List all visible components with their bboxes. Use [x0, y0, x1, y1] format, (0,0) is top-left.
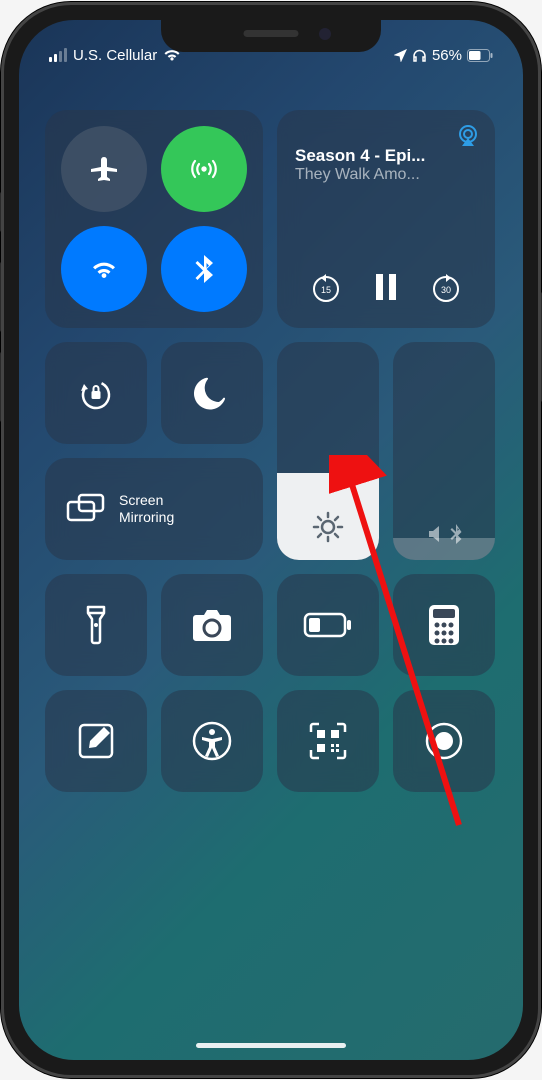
screen-mirroring-button[interactable]: Screen Mirroring [45, 458, 263, 560]
carrier-label: U.S. Cellular [73, 47, 157, 64]
brightness-slider[interactable] [277, 342, 379, 560]
notes-icon [76, 721, 116, 761]
bluetooth-toggle[interactable] [161, 226, 247, 312]
battery-icon [467, 49, 493, 62]
airplay-icon [455, 124, 481, 148]
notes-button[interactable] [45, 690, 147, 792]
connectivity-module[interactable] [45, 110, 263, 328]
phone-frame: U.S. Cellular 56% [1, 2, 541, 1078]
screen-mirroring-label: Screen Mirroring [119, 492, 174, 526]
airplay-button[interactable] [455, 124, 481, 148]
record-icon [423, 720, 465, 762]
location-icon [394, 49, 407, 62]
camera-icon [190, 607, 234, 643]
skip-back-icon: 15 [309, 270, 343, 304]
orientation-lock-toggle[interactable] [45, 342, 147, 444]
accessibility-button[interactable] [161, 690, 263, 792]
orientation-lock-icon [75, 372, 117, 414]
mute-switch [0, 192, 1, 232]
play-pause-button[interactable] [371, 270, 401, 304]
camera-button[interactable] [161, 574, 263, 676]
skip-back-15-button[interactable]: 15 [309, 270, 343, 304]
airplane-mode-toggle[interactable] [61, 126, 147, 212]
moon-icon [194, 375, 230, 411]
svg-text:15: 15 [321, 285, 331, 295]
volume-bluetooth-icon [426, 524, 462, 544]
flashlight-icon [84, 603, 108, 647]
media-title: Season 4 - Epi... [295, 146, 477, 166]
pause-icon [371, 270, 401, 304]
cellular-data-toggle[interactable] [161, 126, 247, 212]
accessibility-icon [191, 720, 233, 762]
cellular-antenna-icon [186, 151, 222, 187]
home-indicator[interactable] [196, 1043, 346, 1048]
headphones-icon [412, 48, 427, 62]
wifi-icon [86, 251, 122, 287]
media-module[interactable]: Season 4 - Epi... They Walk Amo... 15 30 [277, 110, 495, 328]
volume-slider[interactable] [393, 342, 495, 560]
control-center: Season 4 - Epi... They Walk Amo... 15 30 [19, 90, 523, 1060]
do-not-disturb-toggle[interactable] [161, 342, 263, 444]
calculator-icon [427, 603, 461, 647]
calculator-button[interactable] [393, 574, 495, 676]
volume-down-hw [0, 352, 1, 422]
screen-mirroring-icon [65, 492, 105, 526]
bluetooth-icon [187, 252, 221, 286]
skip-fwd-30-button[interactable]: 30 [429, 270, 463, 304]
flashlight-button[interactable] [45, 574, 147, 676]
qr-scanner-button[interactable] [277, 690, 379, 792]
battery-pct: 56% [432, 47, 462, 64]
qr-code-icon [307, 720, 349, 762]
cellular-signal-icon [49, 48, 67, 62]
notch [161, 20, 381, 52]
skip-fwd-icon: 30 [429, 270, 463, 304]
screen-record-button[interactable] [393, 690, 495, 792]
brightness-icon [311, 510, 345, 544]
screen: U.S. Cellular 56% [19, 20, 523, 1060]
wifi-toggle[interactable] [61, 226, 147, 312]
battery-outline-icon [303, 612, 353, 638]
low-power-button[interactable] [277, 574, 379, 676]
media-subtitle: They Walk Amo... [295, 166, 477, 184]
airplane-icon [87, 152, 121, 186]
svg-text:30: 30 [441, 285, 451, 295]
volume-up-hw [0, 262, 1, 332]
